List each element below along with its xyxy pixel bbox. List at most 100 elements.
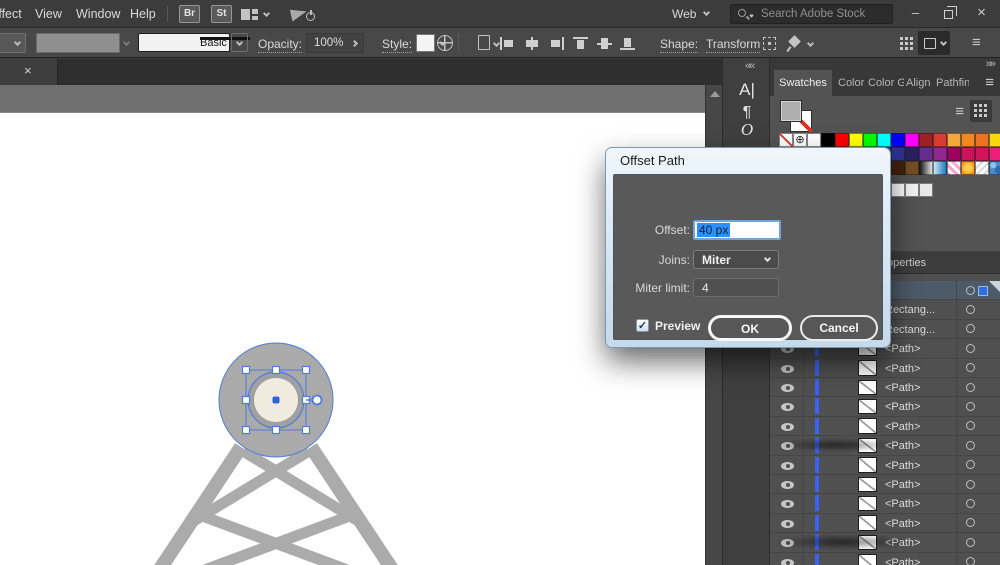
swatch[interactable]: [835, 133, 849, 147]
layer-row[interactable]: <Path>: [770, 494, 1000, 513]
active-panel-button[interactable]: [918, 31, 950, 55]
document-tab[interactable]: ×: [0, 59, 58, 85]
panel-menu-icon[interactable]: ≡: [985, 75, 994, 90]
align-middle-icon[interactable]: [597, 37, 612, 50]
swatch[interactable]: [947, 133, 961, 147]
swatch[interactable]: [863, 133, 877, 147]
expand-panels-icon[interactable]: ««: [745, 60, 753, 72]
target-circle-icon[interactable]: [966, 324, 975, 333]
layer-label[interactable]: <Path>: [885, 498, 920, 510]
miter-limit-input[interactable]: 4: [693, 278, 779, 297]
swatch-grad-blue[interactable]: [933, 161, 947, 175]
eye-icon[interactable]: [781, 500, 794, 508]
swatch-pat-blue[interactable]: [989, 161, 1000, 175]
target-circle-icon[interactable]: [966, 421, 975, 430]
offset-path-dialog[interactable]: Offset Path Offset: 40 px Joins: Miter M…: [606, 148, 890, 347]
swatch[interactable]: [919, 183, 933, 197]
swatch[interactable]: [849, 133, 863, 147]
minimize-button[interactable]: –: [899, 0, 932, 26]
layer-row[interactable]: <Path>: [770, 456, 1000, 475]
target-circle-icon[interactable]: [966, 286, 975, 295]
swatch[interactable]: [905, 147, 919, 161]
document-setup-icon[interactable]: [478, 35, 490, 50]
layer-thumbnail[interactable]: [858, 457, 877, 473]
swatch-pat-white[interactable]: [975, 161, 989, 175]
opentype-panel-icon[interactable]: O: [723, 120, 771, 140]
eye-icon[interactable]: [781, 384, 794, 392]
layer-thumbnail[interactable]: [858, 496, 877, 512]
joins-dropdown[interactable]: Miter: [693, 250, 779, 269]
variable-width-dropdown[interactable]: [0, 33, 26, 53]
swatch[interactable]: [919, 147, 933, 161]
collapse-panels-icon[interactable]: »»: [986, 58, 994, 70]
swatch[interactable]: [891, 133, 905, 147]
swatch[interactable]: [975, 133, 989, 147]
grid-icon[interactable]: [900, 37, 913, 50]
layer-row[interactable]: <Path>: [770, 397, 1000, 416]
tab-align[interactable]: Align: [906, 70, 934, 96]
target-circle-icon[interactable]: [966, 518, 975, 527]
tab-color-guide[interactable]: Color Guide: [868, 70, 904, 96]
style-label[interactable]: Style:: [382, 37, 412, 53]
grid-view-icon[interactable]: [970, 100, 992, 122]
swatch[interactable]: [947, 147, 961, 161]
workspace-icon[interactable]: [241, 9, 258, 20]
chevron-down-icon[interactable]: [703, 9, 710, 16]
menu-window[interactable]: Window: [76, 7, 120, 21]
layer-label[interactable]: <Path>: [885, 557, 920, 565]
panel-menu-icon[interactable]: ≡: [876, 255, 994, 266]
align-top-icon[interactable]: [573, 37, 588, 50]
swatch[interactable]: [891, 147, 905, 161]
fill-color-swatch[interactable]: [36, 33, 120, 53]
eye-icon[interactable]: [781, 423, 794, 431]
swatch[interactable]: [905, 161, 919, 175]
layer-thumbnail[interactable]: [858, 399, 877, 415]
swatch[interactable]: [933, 147, 947, 161]
close-tab-icon[interactable]: ×: [24, 63, 32, 78]
close-button[interactable]: ×: [965, 0, 998, 26]
menu-icon[interactable]: ≡: [972, 35, 981, 50]
layer-row[interactable]: <Path>: [770, 378, 1000, 397]
selection-indicator[interactable]: [979, 287, 987, 295]
target-circle-icon[interactable]: [966, 344, 975, 353]
target-circle-icon[interactable]: [966, 363, 975, 372]
transform-label[interactable]: Transform: [706, 37, 760, 53]
preview-checkbox[interactable]: ✓: [636, 319, 649, 332]
layer-row[interactable]: <Path>: [770, 514, 1000, 533]
swatch-grad-orange[interactable]: [961, 161, 975, 175]
swatch[interactable]: [933, 133, 947, 147]
swatch-registration[interactable]: ⊕: [793, 133, 807, 147]
layer-row[interactable]: <Path>: [770, 359, 1000, 378]
target-circle-icon[interactable]: [966, 402, 975, 411]
recolor-artwork-icon[interactable]: [437, 35, 453, 51]
target-circle-icon[interactable]: [966, 557, 975, 565]
opacity-label[interactable]: Opacity:: [258, 37, 302, 53]
profile-dropdown[interactable]: Web: [672, 7, 696, 21]
eye-icon[interactable]: [781, 559, 794, 565]
scroll-up-arrow-icon[interactable]: [710, 91, 720, 97]
bridge-button[interactable]: Br: [179, 5, 200, 23]
align-right-icon[interactable]: [549, 37, 564, 50]
layer-label[interactable]: Rectang...: [885, 324, 935, 336]
search-input[interactable]: Search Adobe Stock: [730, 4, 893, 24]
target-circle-icon[interactable]: [966, 460, 975, 469]
layer-label[interactable]: <Path>: [885, 421, 920, 433]
eye-icon[interactable]: [781, 462, 794, 470]
layer-row[interactable]: <Path>: [770, 417, 1000, 436]
layer-thumbnail[interactable]: [858, 380, 877, 396]
swatch[interactable]: [961, 133, 975, 147]
bounding-box-icon[interactable]: [763, 37, 776, 50]
stroke-style-dropdown[interactable]: Basic: [138, 33, 230, 52]
swatch[interactable]: [989, 147, 1000, 161]
align-center-icon[interactable]: [525, 37, 540, 50]
target-circle-icon[interactable]: [966, 305, 975, 314]
target-circle-icon[interactable]: [966, 499, 975, 508]
swatch[interactable]: [905, 183, 919, 197]
stock-button[interactable]: St: [211, 5, 232, 23]
swatch[interactable]: [905, 133, 919, 147]
layer-row[interactable]: <Path>: [770, 475, 1000, 494]
swatch-grad-bw[interactable]: [919, 161, 933, 175]
layer-thumbnail[interactable]: [858, 360, 877, 376]
offset-input[interactable]: 40 px: [693, 220, 781, 240]
layer-label[interactable]: <Path>: [885, 343, 920, 355]
